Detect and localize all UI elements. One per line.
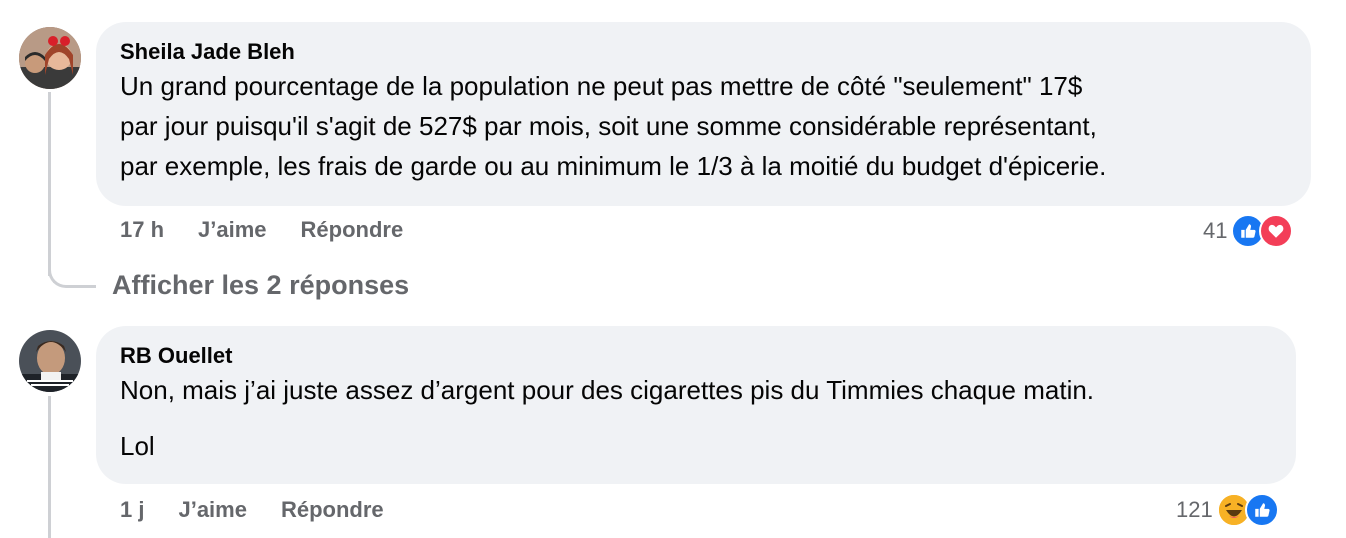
avatar-sheila[interactable] — [19, 27, 81, 89]
comment-line: par exemple, les frais de garde ou au mi… — [120, 151, 1107, 181]
comment-line: Non, mais j’ai juste assez d’argent pour… — [120, 375, 1095, 405]
comment-bubble-1: Sheila Jade Bleh Un grand pourcentage de… — [96, 22, 1311, 206]
comment-actions-2: 1 j J’aime Répondre — [120, 497, 418, 523]
profile-photo — [19, 27, 81, 89]
reaction-count: 41 — [1203, 218, 1228, 243]
comment-bubble-2: RB Ouellet Non, mais j’ai juste assez d’… — [96, 326, 1296, 484]
comment-author[interactable]: RB Ouellet — [120, 342, 1272, 370]
thread-line-1 — [48, 92, 51, 276]
comment-author[interactable]: Sheila Jade Bleh — [120, 38, 1287, 66]
comment-actions-1: 17 h J’aime Répondre — [120, 217, 437, 243]
reply-button[interactable]: Répondre — [281, 497, 384, 523]
reply-button[interactable]: Répondre — [301, 217, 404, 243]
thread-line-2 — [48, 396, 51, 538]
like-icon — [1244, 493, 1279, 527]
reaction-count: 121 — [1176, 497, 1213, 522]
reactions-summary-2[interactable]: 121 — [1176, 493, 1279, 527]
comment-line: Lol — [120, 431, 155, 461]
comment-timestamp[interactable]: 1 j — [120, 497, 144, 523]
comment-line: Un grand pourcentage de la population ne… — [120, 71, 1083, 101]
comment-line: par jour puisqu'il s'agit de 527$ par mo… — [120, 111, 1097, 141]
thread-line-1-curve — [48, 262, 96, 288]
like-button[interactable]: J’aime — [178, 497, 247, 523]
love-icon — [1259, 214, 1294, 248]
like-button[interactable]: J’aime — [198, 217, 267, 243]
comment-timestamp[interactable]: 17 h — [120, 217, 164, 243]
reactions-summary-1[interactable]: 41 — [1203, 214, 1294, 248]
show-replies-link[interactable]: Afficher les 2 réponses — [112, 270, 409, 301]
avatar-rb[interactable] — [19, 330, 81, 392]
profile-photo — [19, 330, 81, 392]
